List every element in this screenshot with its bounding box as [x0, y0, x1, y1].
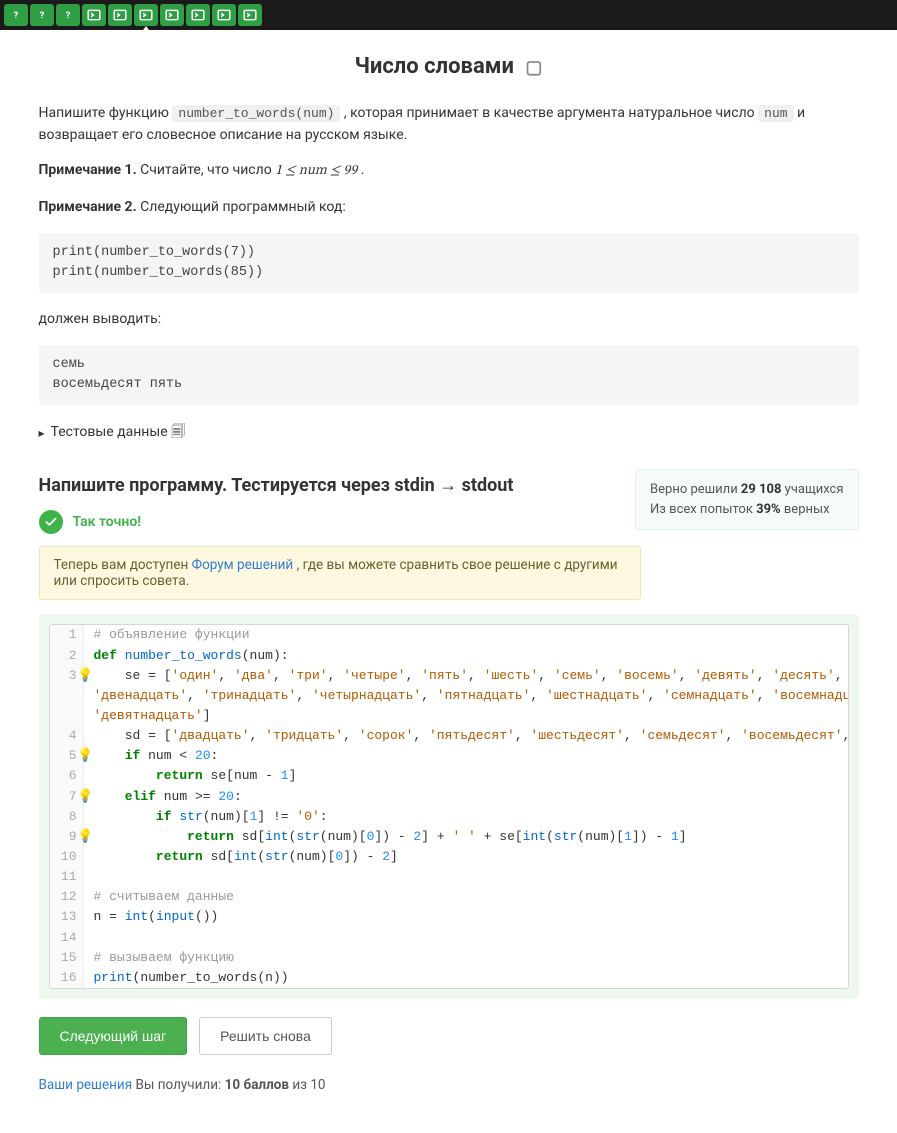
cube-icon: ▢ — [525, 57, 542, 78]
forum-banner: Теперь вам доступен Форум решений , где … — [39, 546, 641, 600]
footer-line: Ваши решения Вы получили: 10 баллов из 1… — [39, 1077, 859, 1093]
next-step-button[interactable]: Следующий шаг — [39, 1017, 188, 1055]
footer-score: 10 баллов — [225, 1077, 289, 1093]
title-text: Число словами — [355, 54, 514, 79]
nav-tab-terminal[interactable] — [82, 4, 106, 26]
code-line[interactable]: return sd[int(str(num)[0]) - 2] + ' ' + … — [84, 827, 848, 847]
navbar: ??? — [0, 0, 897, 30]
stats-l2-pre: Из всех попыток — [650, 502, 756, 517]
code-line[interactable]: # считываем данные — [84, 887, 848, 907]
note2-text: Следующий программный код: — [140, 199, 346, 215]
code-line[interactable] — [84, 928, 848, 948]
arg-code: num — [758, 105, 793, 122]
fn-signature-code: number_to_words(num) — [172, 105, 340, 122]
note1-math: 1 ≤ num ≤ 99 — [275, 164, 357, 178]
stats-l1-post: учащихся — [781, 482, 843, 497]
hint-bulb-icon[interactable]: 💡 — [77, 827, 93, 847]
gutter: 16 — [50, 968, 84, 988]
nav-tab-help[interactable]: ? — [56, 4, 80, 26]
hint-bulb-icon[interactable]: 💡 — [77, 666, 93, 686]
page-title: Число словами ▢ — [39, 54, 859, 79]
nav-tab-help[interactable]: ? — [30, 4, 54, 26]
gutter: 13 — [50, 907, 84, 927]
stats-box: Верно решили 29 108 учащихся Из всех поп… — [635, 469, 858, 530]
stats-l1-pre: Верно решили — [650, 482, 741, 497]
gutter: 3💡 — [50, 666, 84, 686]
code-line[interactable]: elif num >= 20: — [84, 787, 848, 807]
banner-pre: Теперь вам доступен — [54, 557, 192, 573]
svg-text:?: ? — [66, 10, 71, 21]
solution-wrap: 1# объявление функции2def number_to_word… — [39, 614, 859, 999]
hint-bulb-icon[interactable]: 💡 — [77, 787, 93, 807]
code-line[interactable]: if num < 20: — [84, 746, 848, 766]
note1-tail: . — [361, 162, 365, 178]
hint-bulb-icon[interactable]: 💡 — [77, 746, 93, 766]
success-row: Так точно! — [39, 510, 616, 534]
intro-prefix: Напишите функцию — [39, 105, 173, 121]
footer-post: из 10 — [289, 1077, 326, 1093]
your-solutions-link[interactable]: Ваши решения — [39, 1077, 133, 1093]
gutter: 2 — [50, 646, 84, 666]
footer-pre: Вы получили: — [132, 1077, 225, 1093]
test-data-toggle[interactable]: Тестовые данные 🗐 — [39, 421, 859, 445]
code-line[interactable]: n = int(input()) — [84, 907, 848, 927]
nav-tab-terminal[interactable] — [108, 4, 132, 26]
nav-tab-help[interactable]: ? — [4, 4, 28, 26]
gutter — [50, 706, 84, 726]
test-data-label: Тестовые данные 🗐 — [51, 421, 186, 445]
code-line[interactable]: def number_to_words(num): — [84, 646, 848, 666]
button-row: Следующий шаг Решить снова — [39, 1017, 859, 1055]
forum-link[interactable]: Форум решений — [192, 557, 294, 573]
gutter — [50, 686, 84, 706]
note-1: Примечание 1. Считайте, что число 1 ≤ nu… — [39, 160, 859, 183]
nav-tab-terminal[interactable] — [238, 4, 262, 26]
nav-tab-terminal[interactable] — [134, 4, 158, 26]
gutter: 7💡 — [50, 787, 84, 807]
success-text: Так точно! — [73, 514, 142, 530]
gutter: 6 — [50, 766, 84, 786]
stats-l2-post: верных — [781, 502, 830, 517]
gutter: 4 — [50, 726, 84, 746]
code-line[interactable]: 'девятнадцать'] — [84, 706, 848, 726]
code-line[interactable]: 'двенадцать', 'тринадцать', 'четырнадцат… — [84, 686, 849, 706]
gutter: 1 — [50, 625, 84, 645]
check-circle-icon — [39, 510, 63, 534]
code-line[interactable]: # вызываем функцию — [84, 948, 848, 968]
code-line[interactable]: if str(num)[1] != '0': — [84, 807, 848, 827]
code-line[interactable]: # объявление функции — [84, 625, 848, 645]
gutter: 5💡 — [50, 746, 84, 766]
gutter: 9💡 — [50, 827, 84, 847]
note1-label: Примечание 1. — [39, 162, 137, 178]
output-example-block: семь восемьдесят пять — [39, 345, 859, 406]
nav-tab-terminal[interactable] — [212, 4, 236, 26]
solve-again-button[interactable]: Решить снова — [199, 1017, 332, 1055]
gutter: 10 — [50, 847, 84, 867]
code-line[interactable]: se = ['один', 'два', 'три', 'четыре', 'п… — [84, 666, 849, 686]
note-2: Примечание 2. Следующий программный код: — [39, 197, 859, 219]
gutter: 14 — [50, 928, 84, 948]
gutter: 12 — [50, 887, 84, 907]
gutter: 8 — [50, 807, 84, 827]
code-line[interactable]: return sd[int(str(num)[0]) - 2] — [84, 847, 848, 867]
code-line[interactable]: sd = ['двадцать', 'тридцать', 'сорок', '… — [84, 726, 849, 746]
svg-text:?: ? — [40, 10, 45, 21]
intro-paragraph: Напишите функцию number_to_words(num) , … — [39, 103, 859, 146]
gutter: 15 — [50, 948, 84, 968]
note1-text: Считайте, что число — [140, 162, 275, 178]
nav-tab-terminal[interactable] — [186, 4, 210, 26]
intro-mid: , которая принимает в качестве аргумента… — [344, 105, 758, 121]
gutter: 11 — [50, 867, 84, 887]
stats-l1-num: 29 108 — [741, 482, 782, 497]
note2-label: Примечание 2. — [39, 199, 137, 215]
code-editor[interactable]: 1# объявление функции2def number_to_word… — [49, 624, 849, 989]
code-line[interactable]: return se[num - 1] — [84, 766, 848, 786]
code-line[interactable]: print(number_to_words(n)) — [84, 968, 848, 988]
output-label: должен выводить: — [39, 309, 859, 331]
code-example-block: print(number_to_words(7)) print(number_t… — [39, 233, 859, 294]
code-line[interactable] — [84, 867, 848, 887]
svg-text:?: ? — [14, 10, 19, 21]
nav-tab-terminal[interactable] — [160, 4, 184, 26]
stats-l2-num: 39% — [756, 502, 781, 517]
